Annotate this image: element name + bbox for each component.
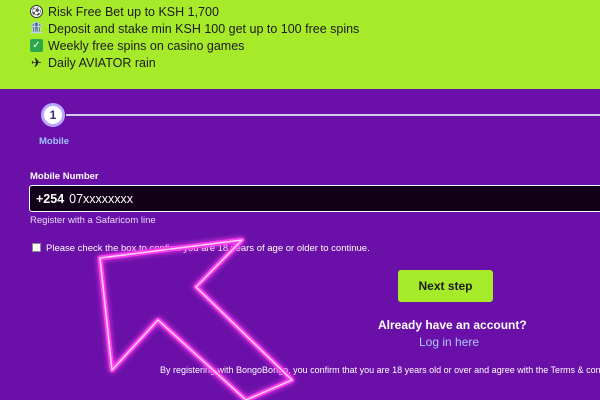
next-step-button[interactable]: Next step <box>398 270 493 302</box>
promo-item-text: Deposit and stake min KSH 100 get up to … <box>48 21 360 36</box>
promo-item-risk-free: ⚽ Risk Free Bet up to KSH 1,700 <box>30 3 219 20</box>
mobile-number-label: Mobile Number <box>30 171 99 182</box>
promo-item-text: Risk Free Bet up to KSH 1,700 <box>48 4 219 19</box>
step-label-mobile: Mobile <box>39 136 70 147</box>
promo-item-free-spins: ✓ Weekly free spins on casino games <box>30 37 244 54</box>
mobile-number-field[interactable]: +254 <box>29 185 600 212</box>
airplane-icon: ✈ <box>31 55 42 70</box>
already-have-account-text: Already have an account? <box>378 318 527 332</box>
mobile-hint-text: Register with a Safaricom line <box>30 215 156 226</box>
promo-item-text: Weekly free spins on casino games <box>48 38 245 53</box>
login-link[interactable]: Log in here <box>419 335 479 349</box>
promo-item-aviator: ✈ Daily AVIATOR rain <box>30 54 156 71</box>
soccer-ball-icon: ⚽ <box>30 5 43 18</box>
age-confirm-label[interactable]: Please check the box to confirm you are … <box>46 243 370 254</box>
bank-icon: 🏦 <box>29 22 44 34</box>
mobile-number-input[interactable] <box>69 191 490 206</box>
promo-banner: ⚽ Risk Free Bet up to KSH 1,700 🏦 Deposi… <box>0 0 600 89</box>
promo-item-text: Daily AVIATOR rain <box>48 55 156 70</box>
step-indicator-1: 1 <box>41 103 65 127</box>
terms-footer-text: By registering with BongoBongo, you conf… <box>160 365 600 375</box>
stepper-track <box>66 114 600 116</box>
checkmark-icon: ✓ <box>30 39 43 52</box>
age-confirm-checkbox[interactable] <box>32 243 41 252</box>
country-code-prefix: +254 <box>36 191 65 206</box>
promo-item-deposit: 🏦 Deposit and stake min KSH 100 get up t… <box>29 20 360 37</box>
